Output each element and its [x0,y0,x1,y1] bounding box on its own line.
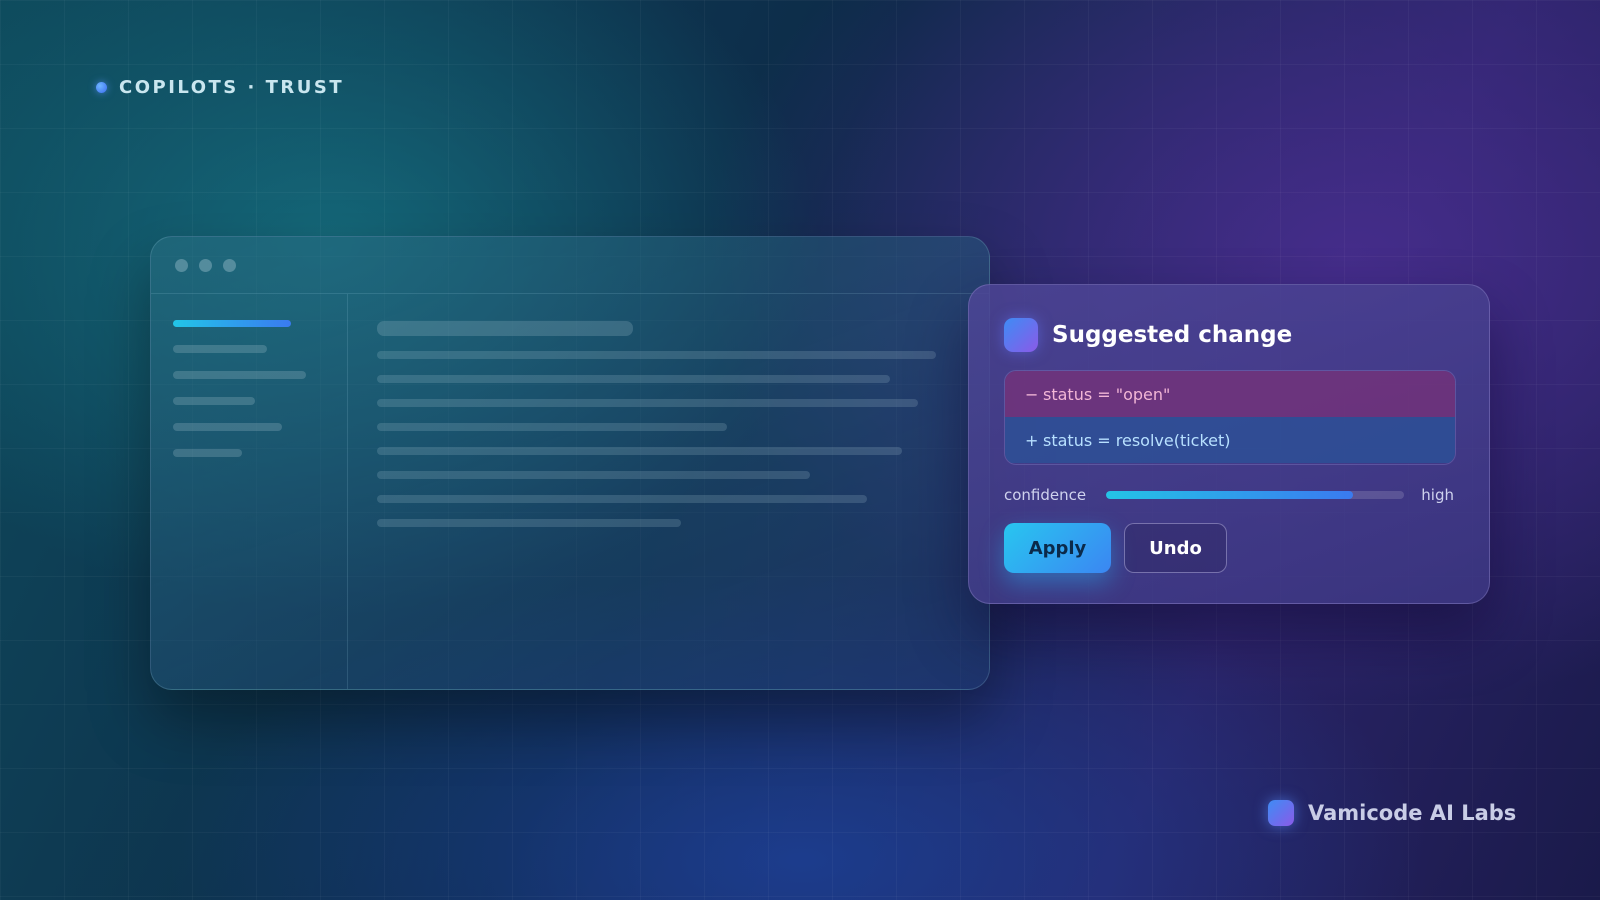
eyebrow-text: COPILOTS · TRUST [119,77,345,98]
diff-removed-line: − status = "open" [1005,371,1455,417]
sidebar-item[interactable] [173,345,267,353]
sidebar-item[interactable] [173,397,255,405]
content-line-placeholder [377,423,727,431]
diff-added-sign: + [1025,430,1039,450]
confidence-bar [1106,491,1404,499]
window-dot-icon [223,258,236,272]
confidence-row: confidence high [1004,485,1454,505]
content-line-placeholder [377,519,681,527]
sidebar-item[interactable] [173,371,306,379]
dot-icon [96,82,107,93]
content-line-placeholder [377,351,936,359]
content-heading-placeholder [377,321,633,336]
app-window-mockup [150,236,990,690]
window-sidebar [151,294,348,689]
brand-logo-icon [1268,800,1294,826]
content-line-placeholder [377,495,867,503]
confidence-level-label: high [1421,486,1454,504]
sidebar-item[interactable] [173,449,242,457]
diff-added-code: status = resolve(ticket) [1043,430,1231,450]
window-dot-icon [199,258,212,272]
brand-name: Vamicode AI Labs [1308,801,1517,825]
diff-added-line: + status = resolve(ticket) [1005,417,1455,463]
diff-removed-sign: − [1025,384,1039,404]
confidence-bar-fill [1106,491,1354,499]
apply-button[interactable]: Apply [1004,523,1111,573]
suggestion-title: Suggested change [1052,322,1293,348]
content-line-placeholder [377,399,918,407]
content-line-placeholder [377,447,902,455]
sidebar-item-active[interactable] [173,320,291,327]
content-line-placeholder [377,375,890,383]
suggestion-header: Suggested change [1004,318,1292,352]
confidence-label: confidence [1004,486,1087,504]
sidebar-item[interactable] [173,423,282,431]
suggestion-icon [1004,318,1038,352]
eyebrow-label: COPILOTS · TRUST [96,77,344,98]
brand-footer: Vamicode AI Labs [1268,800,1516,826]
window-dot-icon [175,258,188,272]
window-titlebar [151,237,989,294]
diff-removed-code: status = "open" [1043,384,1171,404]
diff-block: − status = "open" + status = resolve(tic… [1004,370,1456,465]
suggestion-card: Suggested change − status = "open" + sta… [968,284,1490,604]
undo-button[interactable]: Undo [1124,523,1227,573]
content-line-placeholder [377,471,810,479]
